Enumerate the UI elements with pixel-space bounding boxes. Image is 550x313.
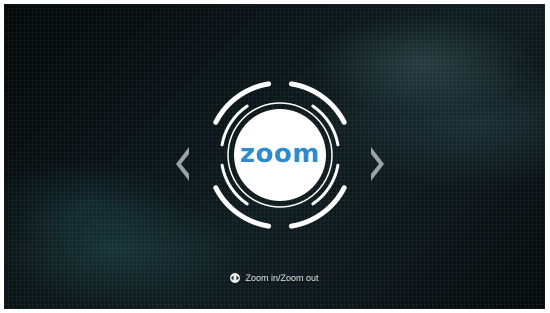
- remote-dpad-icon: [230, 273, 241, 283]
- zoom-logo: zoom: [234, 109, 326, 201]
- chevron-right-icon[interactable]: [370, 147, 384, 186]
- zoom-hint: Zoom in/Zoom out: [4, 273, 545, 283]
- zoom-hint-text: Zoom in/Zoom out: [245, 273, 319, 283]
- zoom-logo-text: zoom: [240, 138, 320, 169]
- chevron-left-icon[interactable]: [176, 147, 190, 186]
- zoom-screen: zoom Zoom in/Zoom out: [4, 4, 545, 309]
